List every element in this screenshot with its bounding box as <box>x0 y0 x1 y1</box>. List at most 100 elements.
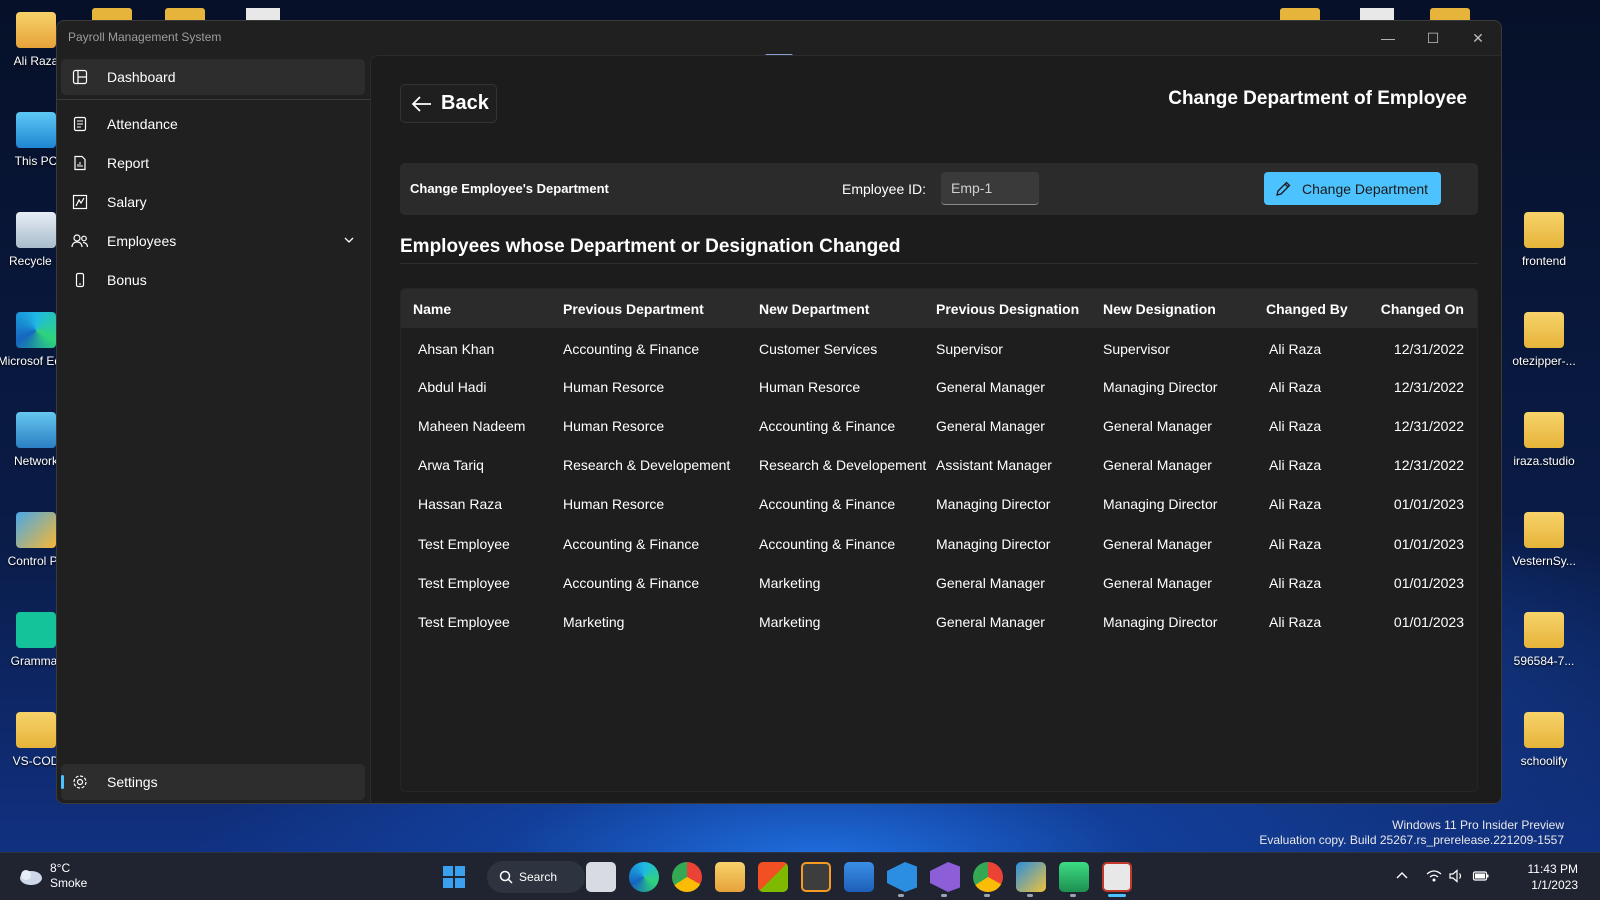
column-header-changed-on[interactable]: Changed On <box>1370 289 1477 328</box>
sidebar-item-label: Attendance <box>107 116 178 132</box>
chrome-profile-icon[interactable] <box>973 862 1003 892</box>
cell-previous-designation: Managing Director <box>936 535 1051 552</box>
title-bar[interactable]: Payroll Management System — ☐ ✕ <box>57 21 1501 55</box>
visual-studio-icon[interactable] <box>930 862 960 892</box>
back-button[interactable]: Back <box>400 84 497 123</box>
change-department-form: Change Employee's Department Employee ID… <box>400 163 1478 215</box>
taskbar-clock[interactable]: 11:43 PM 1/1/2023 <box>1528 861 1578 893</box>
sidebar-item-dashboard[interactable]: Dashboard <box>61 59 365 95</box>
table-row[interactable]: Test Employee Accounting & Finance Account… <box>401 524 1477 563</box>
column-header-previous-department[interactable]: Previous Department <box>563 289 759 328</box>
table-row[interactable]: Test Employee Marketing Marketing General M… <box>401 602 1477 641</box>
cell-name: Hassan Raza <box>418 496 503 513</box>
running-indicator <box>1070 894 1076 897</box>
sidebar-divider <box>57 99 370 100</box>
table-row[interactable]: Ahsan Khan Accounting & Finance Customer S… <box>401 328 1477 367</box>
cell-changed-on: 01/01/2023 <box>1393 535 1464 552</box>
change-department-button[interactable]: Change Department <box>1264 172 1441 205</box>
weather-cloud-icon <box>20 870 42 885</box>
cell-changed-on: 12/31/2022 <box>1393 457 1464 474</box>
cell-previous-designation: General Manager <box>936 378 1045 395</box>
weather-widget[interactable]: 8°C Smoke <box>16 861 87 891</box>
arrow-left-icon <box>411 95 433 113</box>
table-row[interactable]: Hassan Raza Human Resorce Accounting & Fin… <box>401 485 1477 524</box>
cell-new-department: Accounting & Finance <box>759 535 896 552</box>
table-row[interactable]: Test Employee Accounting & Finance Marketi… <box>401 563 1477 602</box>
start-icon[interactable] <box>439 862 469 892</box>
snip-icon[interactable] <box>1016 862 1046 892</box>
employee-id-input[interactable] <box>941 172 1039 205</box>
cell-previous-designation: General Manager <box>936 574 1045 591</box>
table-row[interactable]: Abdul Hadi Human Resorce Human Resorce Gene… <box>401 367 1477 406</box>
desktop-icon-westernsy[interactable]: VesternSy... <box>1504 512 1584 568</box>
gear-icon <box>71 773 89 791</box>
cell-new-designation: General Manager <box>1103 574 1212 591</box>
task-view-icon[interactable] <box>586 862 616 892</box>
sidebar-item-report[interactable]: Report <box>61 145 365 181</box>
column-header-previous-designation[interactable]: Previous Designation <box>936 289 1103 328</box>
page-title: Change Department of Employee <box>1168 88 1467 109</box>
android-studio-icon[interactable] <box>1059 862 1089 892</box>
cell-previous-designation: General Manager <box>936 417 1045 434</box>
column-header-changed-by[interactable]: Changed By <box>1266 289 1370 328</box>
table-header-row: Name Previous Department New Department … <box>401 289 1477 328</box>
maximize-button[interactable]: ☐ <box>1418 26 1448 50</box>
desktop-icon-596584[interactable]: 596584-7... <box>1504 612 1584 668</box>
search-icon <box>499 870 513 884</box>
battery-icon[interactable] <box>1472 867 1490 885</box>
taskbar-search[interactable]: Search <box>487 861 585 893</box>
wifi-icon[interactable] <box>1425 867 1443 885</box>
store-icon[interactable] <box>758 862 788 892</box>
payroll-app-icon[interactable] <box>1102 862 1132 892</box>
close-button[interactable]: ✕ <box>1463 26 1493 50</box>
cell-new-designation: General Manager <box>1103 535 1212 552</box>
cell-changed-by: Ali Raza <box>1269 496 1322 513</box>
sidebar-item-employees[interactable]: Employees <box>61 223 365 259</box>
chrome-icon[interactable] <box>672 862 702 892</box>
sidebar-item-salary[interactable]: Salary <box>61 184 365 220</box>
desktop-icon-iraza-studio[interactable]: iraza.studio <box>1504 412 1584 468</box>
cell-previous-designation: Assistant Manager <box>936 457 1052 474</box>
cell-new-designation: Managing Director <box>1103 496 1218 513</box>
change-department-label: Change Department <box>1302 180 1429 197</box>
desktop-icon-schoolify[interactable]: schoolify <box>1504 712 1584 768</box>
mail-icon[interactable] <box>844 862 874 892</box>
sidebar-item-bonus[interactable]: Bonus <box>61 262 365 298</box>
form-label: Change Employee's Department <box>410 181 609 196</box>
watermark-line2: Evaluation copy. Build 25267.rs_prerelea… <box>1259 833 1564 847</box>
vscode-icon[interactable] <box>887 862 917 892</box>
chevron-down-icon[interactable] <box>343 233 355 249</box>
cell-changed-by: Ali Raza <box>1269 340 1322 357</box>
edge-icon[interactable] <box>629 862 659 892</box>
folder-icon <box>1524 712 1564 748</box>
folder-icon <box>1524 412 1564 448</box>
table-row[interactable]: Maheen Nadeem Human Resorce Accounting & F… <box>401 406 1477 445</box>
desktop-icon-otezipper[interactable]: otezipper-... <box>1504 312 1584 368</box>
minimize-button[interactable]: — <box>1373 26 1403 50</box>
cell-changed-by: Ali Raza <box>1269 417 1322 434</box>
cell-changed-by: Ali Raza <box>1269 574 1322 591</box>
volume-icon[interactable] <box>1448 867 1466 885</box>
cell-changed-on: 01/01/2023 <box>1393 613 1464 630</box>
cell-name: Test Employee <box>418 613 510 630</box>
column-header-name[interactable]: Name <box>401 289 563 328</box>
sidebar-item-attendance[interactable]: Attendance <box>61 106 365 142</box>
sublime-icon[interactable] <box>801 862 831 892</box>
cell-name: Test Employee <box>418 574 510 591</box>
cell-changed-on: 01/01/2023 <box>1393 574 1464 591</box>
sidebar-item-label: Settings <box>107 774 158 790</box>
table-row[interactable]: Arwa Tariq Research & Developement Researc… <box>401 446 1477 485</box>
chevron-up-icon[interactable] <box>1393 867 1411 885</box>
column-header-new-designation[interactable]: New Designation <box>1103 289 1266 328</box>
desktop-icon-frontend[interactable]: frontend <box>1504 212 1584 268</box>
cell-new-designation: Supervisor <box>1103 340 1170 357</box>
column-header-new-department[interactable]: New Department <box>759 289 936 328</box>
cell-changed-on: 12/31/2022 <box>1393 340 1464 357</box>
running-indicator <box>898 894 904 897</box>
folder-icon <box>16 712 56 748</box>
file-explorer-icon[interactable] <box>715 862 745 892</box>
sidebar-item-settings[interactable]: Settings <box>61 764 365 800</box>
recycle-bin-icon <box>16 212 56 248</box>
cell-name: Test Employee <box>418 535 510 552</box>
selection-indicator <box>61 775 64 789</box>
